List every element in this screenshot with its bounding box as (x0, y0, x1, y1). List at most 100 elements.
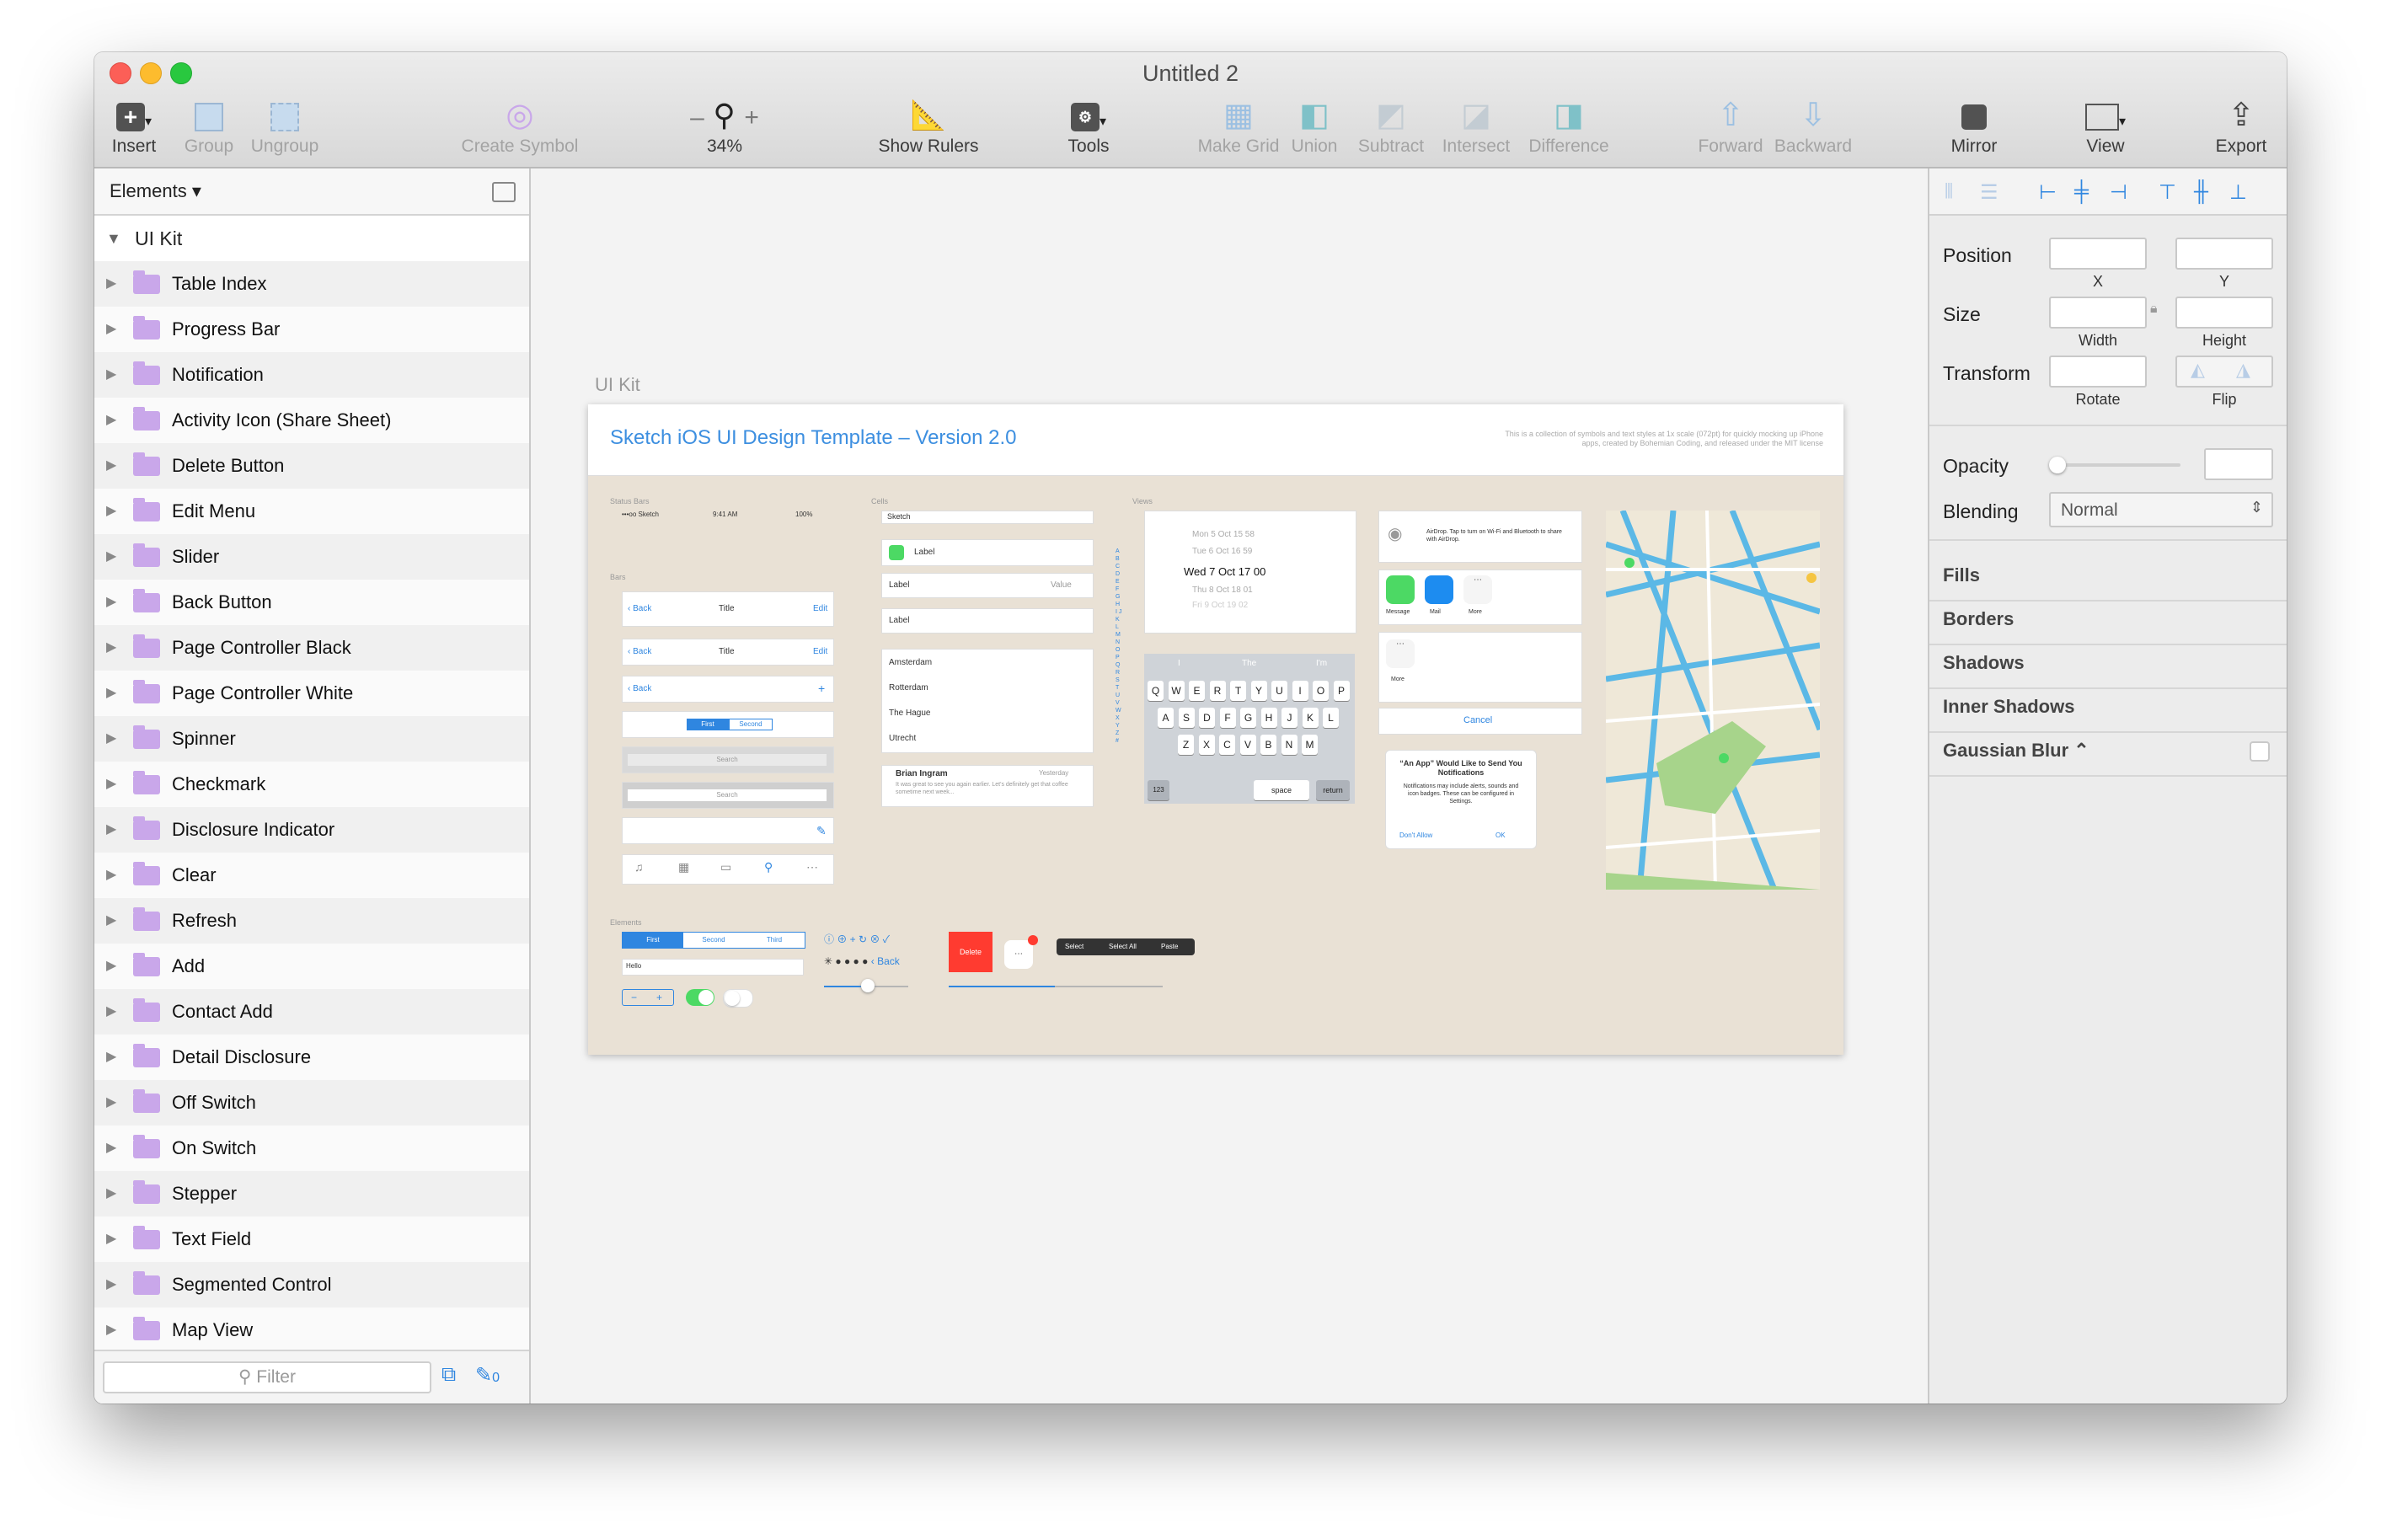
layer-item[interactable]: ▶ Edit Menu (94, 489, 529, 534)
lock-icon[interactable]: 🔒︎ (2150, 302, 2158, 317)
disclosure-triangle-icon[interactable]: ▶ (106, 944, 116, 989)
gaussian-blur-checkbox[interactable] (2250, 741, 2270, 762)
layer-item[interactable]: ▶ Clear (94, 853, 529, 898)
layer-item[interactable]: ▶ Notification (94, 352, 529, 398)
disclosure-triangle-icon[interactable]: ▶ (106, 1262, 116, 1307)
disclosure-triangle-icon[interactable]: ▶ (106, 1307, 116, 1353)
edit-pencil-icon[interactable]: ✎0 (475, 1363, 500, 1388)
view-button[interactable]: ▾ View (2076, 96, 2135, 163)
blending-select[interactable]: Normal ⇕ (2049, 492, 2273, 527)
disclosure-triangle-icon[interactable]: ▶ (106, 1171, 116, 1216)
layer-item[interactable]: ▶ Stepper (94, 1171, 529, 1216)
tools-button[interactable]: ⚙ ▾ Tools (1055, 96, 1122, 163)
disclosure-triangle-icon[interactable]: ▶ (106, 1216, 116, 1262)
disclosure-triangle-icon[interactable]: ▶ (106, 580, 116, 625)
align-bottom-icon[interactable]: ⊥ (2229, 180, 2247, 205)
layer-item[interactable]: ▶ Spinner (94, 716, 529, 762)
layer-item[interactable]: ▶ Text Field (94, 1216, 529, 1262)
opacity-slider-knob[interactable] (2049, 457, 2066, 473)
layer-item[interactable]: ▶ Off Switch (94, 1080, 529, 1126)
canvas[interactable]: UI Kit Sketch iOS UI Design Template – V… (531, 168, 1934, 1404)
layer-item[interactable]: ▶ Detail Disclosure (94, 1035, 529, 1080)
layer-item[interactable]: ▶ Map View (94, 1307, 529, 1353)
ungroup-button[interactable]: Ungroup (243, 96, 327, 163)
shadows-header[interactable]: Shadows (1943, 652, 2025, 674)
borders-header[interactable]: Borders (1943, 608, 2014, 630)
difference-button[interactable]: ◨ Difference (1527, 96, 1611, 163)
width-field[interactable] (2049, 297, 2147, 329)
disclosure-triangle-icon[interactable]: ▶ (106, 352, 116, 398)
layer-item[interactable]: ▶ Disclosure Indicator (94, 807, 529, 853)
make-grid-button[interactable]: ▦ Make Grid (1195, 96, 1282, 163)
flip-horizontal-icon[interactable]: ◭ (2191, 359, 2205, 381)
group-button[interactable]: Group (170, 96, 248, 163)
collapse-icon[interactable] (492, 182, 516, 202)
align-top-icon[interactable]: ⊤ (2159, 180, 2176, 205)
disclosure-triangle-icon[interactable]: ▶ (106, 1080, 116, 1126)
mirror-button[interactable]: Mirror (1945, 96, 2004, 163)
fills-header[interactable]: Fills (1943, 564, 1980, 586)
gaussian-blur-header[interactable]: Gaussian Blur ⌃ (1943, 740, 2089, 762)
disclosure-triangle-icon[interactable]: ▶ (106, 762, 116, 807)
show-rulers-button[interactable]: 📐 Show Rulers (869, 96, 987, 163)
align-middle-icon[interactable]: ╫ (2194, 180, 2208, 204)
disclosure-triangle-icon[interactable]: ▶ (106, 716, 116, 762)
disclosure-triangle-icon[interactable]: ▶ (106, 534, 116, 580)
backward-button[interactable]: ⇩ Backward (1771, 96, 1855, 163)
export-button[interactable]: ⇪ Export (2209, 96, 2273, 163)
align-right-icon[interactable]: ⊣ (2110, 180, 2127, 205)
disclosure-triangle-icon[interactable]: ▶ (106, 853, 116, 898)
layer-item[interactable]: ▶ Table Index (94, 261, 529, 307)
disclosure-triangle-icon[interactable]: ▶ (106, 989, 116, 1035)
rotate-field[interactable] (2049, 356, 2147, 388)
disclosure-triangle-icon[interactable]: ▶ (106, 489, 116, 534)
height-field[interactable] (2175, 297, 2273, 329)
zoom-control[interactable]: – ⚲ + 34% (674, 96, 775, 163)
zoom-in-button[interactable]: + (744, 104, 759, 131)
layer-item[interactable]: ▶ Activity Icon (Share Sheet) (94, 398, 529, 443)
inner-shadows-header[interactable]: Inner Shadows (1943, 696, 2074, 718)
layer-item[interactable]: ▶ Checkmark (94, 762, 529, 807)
page-selector[interactable]: Elements ▾ (94, 168, 529, 216)
zoom-out-button[interactable]: – (690, 104, 704, 131)
layer-item[interactable]: ▶ On Switch (94, 1126, 529, 1171)
disclosure-triangle-icon[interactable]: ▶ (106, 307, 116, 352)
flip-vertical-icon[interactable]: ◮ (2236, 359, 2250, 381)
disclosure-triangle-icon[interactable]: ▶ (106, 398, 116, 443)
layer-item[interactable]: ▶ Slider (94, 534, 529, 580)
subtract-button[interactable]: ◩ Subtract (1355, 96, 1427, 163)
align-left-icon[interactable]: ⊢ (2039, 180, 2057, 205)
disclosure-triangle-icon[interactable]: ▶ (106, 625, 116, 671)
insert-button[interactable]: + ▾ Insert (104, 96, 163, 163)
flip-control[interactable]: ◭ ◮ (2175, 356, 2273, 388)
layer-item[interactable]: ▶ Delete Button (94, 443, 529, 489)
group-ui-kit[interactable]: ▼ UI Kit (94, 216, 529, 261)
copy-icon[interactable]: ⧉ (441, 1363, 456, 1387)
disclosure-triangle-icon[interactable]: ▶ (106, 1035, 116, 1080)
disclosure-triangle-icon[interactable]: ▶ (106, 443, 116, 489)
disclosure-triangle-icon[interactable]: ▶ (106, 898, 116, 944)
disclosure-triangle-icon[interactable]: ▶ (106, 807, 116, 853)
disclosure-triangle-icon[interactable]: ▶ (106, 1126, 116, 1171)
layer-item[interactable]: ▶ Add (94, 944, 529, 989)
filter-input[interactable]: ⚲ Filter (103, 1361, 431, 1393)
align-center-icon[interactable]: ╪ (2074, 180, 2089, 204)
create-symbol-button[interactable]: ◎ Create Symbol (457, 96, 583, 163)
x-field[interactable] (2049, 238, 2147, 270)
union-button[interactable]: ◧ Union (1287, 96, 1341, 163)
artboard-ui-kit[interactable]: Sketch iOS UI Design Template – Version … (588, 404, 1843, 1055)
disclosure-open-icon[interactable]: ▼ (106, 216, 121, 261)
opacity-slider[interactable] (2049, 457, 2180, 473)
layer-item[interactable]: ▶ Segmented Control (94, 1262, 529, 1307)
intersect-button[interactable]: ◪ Intersect (1437, 96, 1515, 163)
opacity-field[interactable] (2204, 448, 2273, 480)
forward-button[interactable]: ⇧ Forward (1695, 96, 1766, 163)
distribute-horizontal-icon[interactable]: ⫴ (1945, 180, 1953, 204)
layer-item[interactable]: ▶ Refresh (94, 898, 529, 944)
distribute-vertical-icon[interactable]: ☰ (1980, 180, 1998, 205)
disclosure-triangle-icon[interactable]: ▶ (106, 261, 116, 307)
layer-item[interactable]: ▶ Back Button (94, 580, 529, 625)
artboard-label[interactable]: UI Kit (595, 374, 640, 396)
layer-item[interactable]: ▶ Progress Bar (94, 307, 529, 352)
layer-item[interactable]: ▶ Contact Add (94, 989, 529, 1035)
